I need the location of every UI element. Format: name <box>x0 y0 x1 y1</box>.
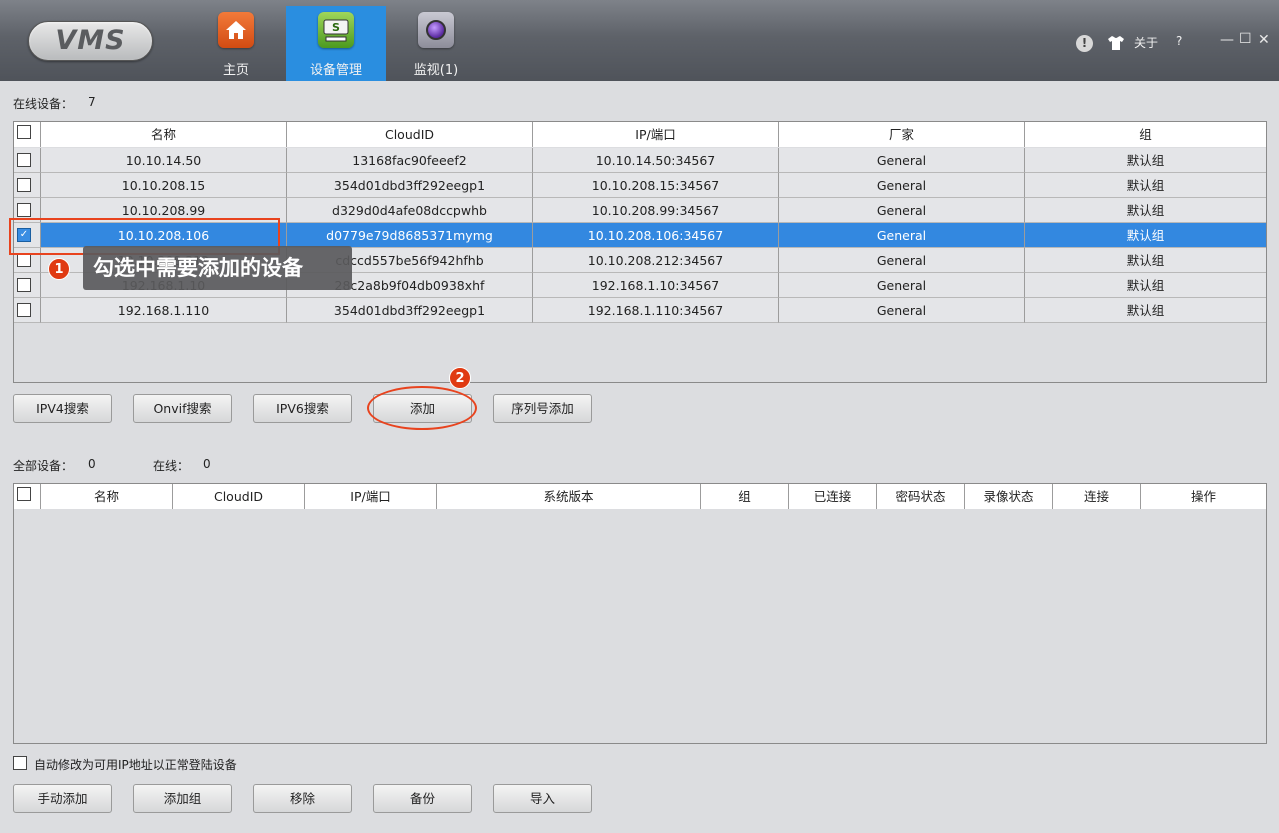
col-ip-port[interactable]: IP/端口 <box>533 122 779 147</box>
row-checkbox[interactable] <box>17 253 31 267</box>
add-group-button[interactable]: 添加组 <box>133 784 232 813</box>
cell-vendor: General <box>779 148 1025 173</box>
col-group[interactable]: 组 <box>1025 122 1266 147</box>
table-header: 名称 CloudID IP/端口 厂家 组 <box>14 122 1266 147</box>
col-password-status[interactable]: 密码状态 <box>877 484 965 509</box>
col-system-version[interactable]: 系统版本 <box>437 484 701 509</box>
row-checkbox[interactable] <box>17 178 31 192</box>
cell-name: 192.168.1.110 <box>41 298 287 323</box>
select-all-checkbox[interactable] <box>17 125 31 139</box>
cell-cloudid: 354d01dbd3ff292eegp1 <box>287 173 533 198</box>
tab-home-label: 主页 <box>222 63 249 78</box>
tab-device-management[interactable]: S 设备管理 <box>286 6 386 81</box>
col-operation[interactable]: 操作 <box>1141 484 1266 509</box>
online-count: 0 <box>203 457 211 471</box>
cell-cloudid: 354d01dbd3ff292eegp1 <box>287 298 533 323</box>
table-row[interactable]: 10.10.208.15 354d01dbd3ff292eegp1 10.10.20… <box>14 173 1266 198</box>
onvif-search-button[interactable]: Onvif搜索 <box>133 394 232 423</box>
auto-modify-ip-label: 自动修改为可用IP地址以正常登陆设备 <box>34 758 237 772</box>
cell-cloudid: 13168fac90feeef2 <box>287 148 533 173</box>
online-label: 在线： <box>153 459 190 473</box>
tab-device-label: 设备管理 <box>309 63 362 78</box>
cell-ip-port: 10.10.14.50:34567 <box>533 148 779 173</box>
cell-vendor: General <box>779 198 1025 223</box>
col-name[interactable]: 名称 <box>41 122 287 147</box>
cell-group: 默认组 <box>1025 248 1266 273</box>
camera-icon <box>418 12 454 48</box>
col-cloudid[interactable]: CloudID <box>173 484 305 509</box>
row-checkbox[interactable] <box>17 303 31 317</box>
col-ip-port[interactable]: IP/端口 <box>305 484 437 509</box>
cell-vendor: General <box>779 173 1025 198</box>
svg-text:S: S <box>332 21 340 34</box>
table-row[interactable]: 10.10.14.50 13168fac90feeef2 10.10.14.50:3… <box>14 148 1266 173</box>
about-link[interactable]: 关于 <box>1134 34 1158 51</box>
row-checkbox[interactable] <box>17 153 31 167</box>
col-cloudid[interactable]: CloudID <box>287 122 533 147</box>
device-icon: S <box>318 12 354 48</box>
minimize-button[interactable]: — <box>1220 32 1234 48</box>
row-checkbox[interactable] <box>17 278 31 292</box>
cell-vendor: General <box>779 273 1025 298</box>
cell-group: 默认组 <box>1025 298 1266 323</box>
cell-cloudid: d329d0d4afe08dccpwhb <box>287 198 533 223</box>
maximize-button[interactable]: ☐ <box>1239 31 1252 47</box>
col-record-status[interactable]: 录像状态 <box>965 484 1053 509</box>
info-icon[interactable]: ! <box>1076 35 1093 52</box>
annotation-tooltip: 勾选中需要添加的设备 <box>83 246 352 290</box>
col-vendor[interactable]: 厂家 <box>779 122 1025 147</box>
cell-ip-port: 10.10.208.15:34567 <box>533 173 779 198</box>
ipv4-search-button[interactable]: IPV4搜索 <box>13 394 112 423</box>
cell-ip-port: 192.168.1.10:34567 <box>533 273 779 298</box>
annotation-step-1-badge: 1 <box>48 258 70 280</box>
cell-ip-port: 10.10.208.106:34567 <box>533 223 779 248</box>
cell-group: 默认组 <box>1025 198 1266 223</box>
annotation-highlight-ellipse <box>367 386 477 430</box>
import-button[interactable]: 导入 <box>493 784 592 813</box>
cell-vendor: General <box>779 248 1025 273</box>
skin-icon[interactable] <box>1107 34 1125 52</box>
cell-ip-port: 10.10.208.99:34567 <box>533 198 779 223</box>
cell-ip-port: 10.10.208.212:34567 <box>533 248 779 273</box>
app-header: VMS 主页 S 设备管理 监视(1) ! 关于 ? — ☐ ✕ <box>0 0 1279 81</box>
tab-monitor-label: 监视(1) <box>413 63 459 78</box>
close-button[interactable]: ✕ <box>1258 32 1270 48</box>
cell-ip-port: 192.168.1.110:34567 <box>533 298 779 323</box>
remove-button[interactable]: 移除 <box>253 784 352 813</box>
online-devices-count: 7 <box>88 95 96 109</box>
col-connect[interactable]: 连接 <box>1053 484 1141 509</box>
all-devices-count: 0 <box>88 457 96 471</box>
cell-group: 默认组 <box>1025 173 1266 198</box>
cell-vendor: General <box>779 223 1025 248</box>
col-name[interactable]: 名称 <box>41 484 173 509</box>
home-icon <box>218 12 254 48</box>
manual-add-button[interactable]: 手动添加 <box>13 784 112 813</box>
cell-name: 10.10.14.50 <box>41 148 287 173</box>
tab-monitor[interactable]: 监视(1) <box>386 6 486 81</box>
annotation-step-2-badge: 2 <box>449 367 471 389</box>
serial-add-button[interactable]: 序列号添加 <box>493 394 592 423</box>
table-header: 名称 CloudID IP/端口 系统版本 组 已连接 密码状态 录像状态 连接… <box>14 484 1266 509</box>
all-devices-table: 名称 CloudID IP/端口 系统版本 组 已连接 密码状态 录像状态 连接… <box>13 483 1267 744</box>
cell-cloudid: d0779e79d8685371mymg <box>287 223 533 248</box>
ipv6-search-button[interactable]: IPV6搜索 <box>253 394 352 423</box>
cell-group: 默认组 <box>1025 273 1266 298</box>
col-group[interactable]: 组 <box>701 484 789 509</box>
cell-group: 默认组 <box>1025 148 1266 173</box>
vms-logo: VMS <box>28 21 153 61</box>
online-devices-label: 在线设备： <box>13 97 74 111</box>
backup-button[interactable]: 备份 <box>373 784 472 813</box>
all-devices-label: 全部设备： <box>13 459 74 473</box>
table-row[interactable]: 192.168.1.110 354d01dbd3ff292eegp1 192.168… <box>14 298 1266 323</box>
cell-group: 默认组 <box>1025 223 1266 248</box>
cell-name: 10.10.208.15 <box>41 173 287 198</box>
row-checkbox[interactable] <box>17 203 31 217</box>
tab-home[interactable]: 主页 <box>186 6 286 81</box>
help-link[interactable]: ? <box>1176 34 1182 48</box>
select-all-checkbox[interactable] <box>17 487 31 501</box>
col-connected[interactable]: 已连接 <box>789 484 877 509</box>
auto-modify-ip-checkbox[interactable] <box>13 756 27 770</box>
cell-vendor: General <box>779 298 1025 323</box>
